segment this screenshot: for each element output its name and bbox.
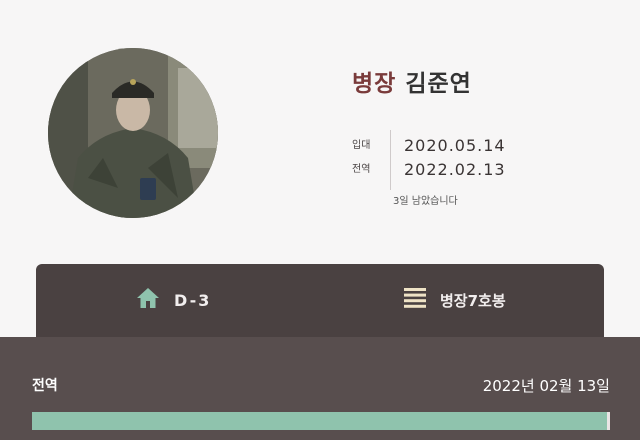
profile-photo bbox=[48, 48, 218, 218]
rank-label: 병장 bbox=[352, 71, 397, 97]
menu-icon bbox=[404, 288, 426, 312]
service-progress-bar bbox=[32, 412, 610, 430]
tab-rank-grade-label: 병장7호봉 bbox=[440, 291, 506, 310]
discharge-panel-label: 전역 bbox=[32, 378, 58, 394]
tab-dday-label: D-3 bbox=[174, 290, 212, 310]
date-divider bbox=[390, 130, 391, 190]
tab-dday[interactable]: D-3 bbox=[136, 264, 211, 336]
tab-rank-grade[interactable]: 병장7호봉 bbox=[404, 264, 506, 336]
remaining-days-text: 3일 남았습니다 bbox=[393, 196, 458, 207]
enlist-date: 2020.05.14 bbox=[404, 136, 506, 155]
home-icon bbox=[136, 287, 160, 313]
discharge-date: 2022.02.13 bbox=[404, 160, 506, 179]
service-progress-fill bbox=[32, 412, 608, 430]
tab-bar: D-3 병장7호봉 bbox=[36, 264, 604, 344]
enlist-label: 입대 bbox=[352, 140, 371, 151]
soldier-name: 김준연 bbox=[405, 71, 472, 97]
discharge-panel: 전역 2022년 02월 13일 bbox=[0, 337, 640, 440]
date-labels: 입대 전역 bbox=[352, 134, 382, 182]
discharge-panel-date: 2022년 02월 13일 bbox=[482, 377, 610, 395]
profile-rank-name: 병장 김준연 bbox=[352, 64, 472, 98]
date-values: 2020.05.14 2022.02.13 bbox=[404, 134, 506, 182]
discharge-label: 전역 bbox=[352, 164, 371, 175]
